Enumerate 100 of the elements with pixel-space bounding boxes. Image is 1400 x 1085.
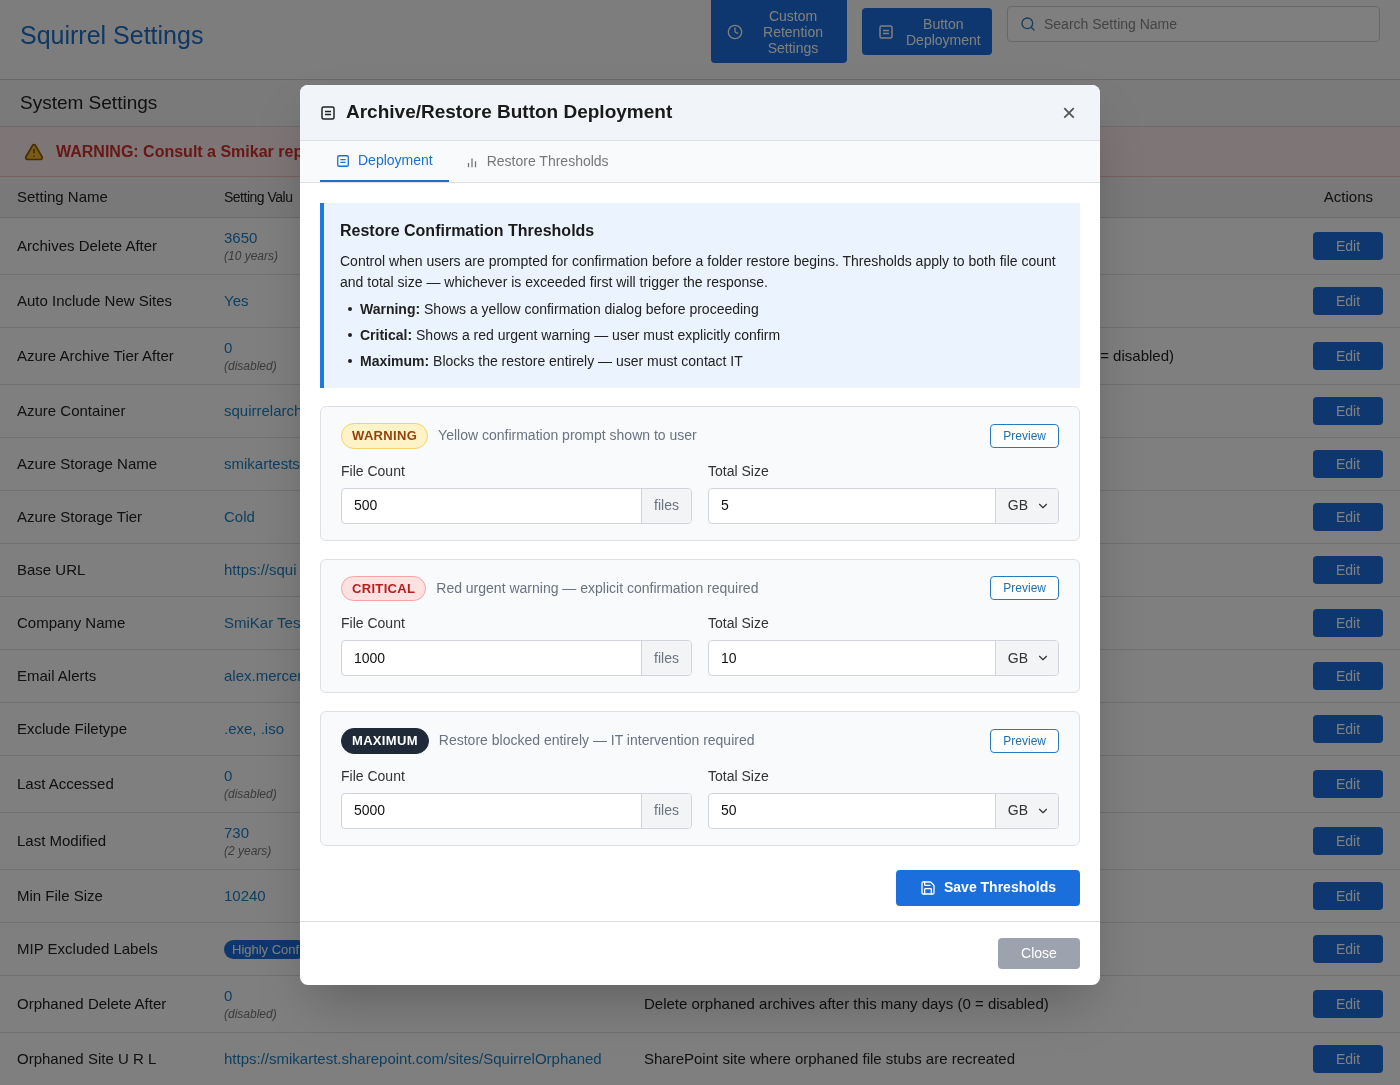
preview-button[interactable]: Preview	[990, 423, 1059, 448]
edit-button[interactable]: Edit	[1313, 715, 1383, 743]
level-badge: CRITICAL	[341, 575, 427, 601]
preview-button[interactable]: Preview	[990, 576, 1059, 601]
setting-name: Last Modified	[16, 830, 108, 851]
setting-name: Email Alerts	[16, 665, 98, 686]
value-note: (disabled)	[224, 358, 277, 374]
setting-value: 0	[224, 986, 233, 1006]
level-badge: WARNING	[341, 423, 429, 449]
setting-value: 0	[224, 338, 233, 358]
edit-button[interactable]: Edit	[1313, 770, 1383, 798]
warning-icon	[24, 141, 44, 162]
header-button[interactable]: Button Deployment	[862, 8, 992, 55]
search-placeholder: Search Setting Name	[1044, 14, 1178, 34]
column-header: Setting Name	[16, 186, 109, 207]
total-size-field[interactable]: 10 GB	[708, 640, 1059, 676]
setting-description: SharePoint site where orphaned file stubs are recreated	[644, 1048, 1016, 1069]
setting-name: Min File Size	[16, 885, 104, 906]
save-button[interactable]: Save Thresholds	[896, 869, 1080, 906]
document-icon	[878, 23, 894, 40]
total-size-field[interactable]: 5 GB	[708, 487, 1059, 524]
field-label: Total Size	[708, 614, 770, 633]
edit-button[interactable]: Edit	[1313, 232, 1383, 260]
section-title: System Settings	[20, 90, 158, 115]
setting-value: 3650	[224, 228, 258, 248]
field-label: Total Size	[708, 461, 770, 481]
setting-description: Delete orphaned archives after this many days (0 = disabled)	[644, 993, 1049, 1014]
setting-description: = disabled)	[1100, 345, 1174, 366]
column-header: Actions	[1323, 186, 1373, 207]
field-value: 50	[720, 801, 738, 820]
setting-value: 0	[224, 766, 233, 786]
file-count-field[interactable]: 500 files	[341, 487, 692, 524]
total-size-field[interactable]: 50 GB	[708, 792, 1059, 829]
search-field[interactable]: Search Setting Name	[1007, 6, 1380, 42]
setting-value: squirrelarch	[224, 401, 303, 421]
setting-name: Base URL	[16, 559, 87, 580]
info-title: Restore Confirmation Thresholds	[340, 221, 596, 241]
search-icon	[1020, 16, 1036, 32]
setting-value: alex.mercer	[224, 666, 303, 686]
setting-value: SmiKar Tes	[224, 613, 301, 633]
field-value: 5000	[353, 801, 387, 820]
dialog-tab[interactable]: Restore Thresholds	[448, 141, 625, 182]
info-bullet: Warning: Shows a yellow confirmation dialog before proceeding	[360, 300, 759, 319]
setting-value: Cold	[224, 507, 255, 527]
setting-value: https://squi	[224, 560, 297, 580]
edit-button[interactable]: Edit	[1313, 287, 1383, 315]
edit-button[interactable]: Edit	[1313, 609, 1383, 637]
value-note: (disabled)	[224, 786, 277, 802]
edit-button[interactable]: Edit	[1313, 397, 1383, 425]
setting-name: Last Accessed	[16, 773, 115, 794]
setting-name: Azure Container	[16, 400, 127, 421]
info-text: Control when users are prompted for confirmation before a folder restore begins. Thresholds apply to both file count and total size — whichever is exceeded first will trigger the response.	[340, 252, 1057, 292]
edit-button[interactable]: Edit	[1313, 503, 1383, 531]
setting-name: Azure Archive Tier After	[16, 345, 175, 366]
value-note: (2 years)	[224, 843, 272, 859]
bullet-icon	[348, 359, 352, 363]
edit-button[interactable]: Edit	[1313, 935, 1383, 963]
edit-button[interactable]: Edit	[1313, 827, 1383, 855]
close-dialog-button[interactable]: Close	[998, 938, 1080, 969]
field-value: 500	[353, 496, 379, 515]
close-button[interactable]: ×	[1062, 100, 1076, 125]
value-note: (10 years)	[224, 248, 279, 264]
unit-dropdown[interactable]: GB	[994, 793, 1058, 828]
setting-value: 10240	[224, 886, 266, 906]
bullet-icon	[348, 307, 352, 311]
unit-label: files	[641, 488, 691, 523]
setting-value: Yes	[224, 291, 249, 311]
threshold-description: Restore blocked entirely — IT intervention required	[438, 731, 755, 751]
app-title: Squirrel Settings	[20, 20, 204, 51]
edit-button[interactable]: Edit	[1313, 662, 1383, 690]
preview-button[interactable]: Preview	[990, 728, 1059, 753]
threshold-description: Red urgent warning — explicit confirmation required	[436, 578, 759, 598]
edit-button[interactable]: Edit	[1313, 556, 1383, 584]
unit-dropdown[interactable]: GB	[994, 641, 1058, 675]
save-icon	[919, 879, 936, 896]
value-note: (disabled)	[224, 1006, 277, 1022]
clock-icon	[727, 23, 743, 40]
setting-name: MIP Excluded Labels	[16, 938, 159, 959]
bullet-icon	[348, 333, 352, 337]
field-value: 5	[720, 496, 730, 515]
setting-value: 730	[224, 823, 250, 843]
file-count-field[interactable]: 1000 files	[341, 640, 692, 676]
field-value: 1000	[353, 648, 387, 668]
unit-dropdown[interactable]: GB	[994, 488, 1058, 523]
edit-button[interactable]: Edit	[1313, 990, 1383, 1018]
info-bullet: Maximum: Blocks the restore entirely — user must contact IT	[360, 352, 743, 371]
edit-button[interactable]: Edit	[1313, 342, 1383, 370]
unit-label: files	[641, 641, 691, 675]
edit-button[interactable]: Edit	[1313, 1045, 1383, 1073]
info-bullet: Critical: Shows a red urgent warning — user must explicitly confirm	[360, 326, 781, 345]
setting-value: smikartests	[224, 454, 300, 474]
field-value: 10	[720, 648, 738, 668]
edit-button[interactable]: Edit	[1313, 450, 1383, 478]
field-label: File Count	[341, 614, 406, 633]
dialog-tab[interactable]: Deployment	[320, 141, 449, 182]
file-count-field[interactable]: 5000 files	[341, 792, 692, 829]
header-button[interactable]: Custom Retention Settings	[711, 0, 847, 63]
edit-button[interactable]: Edit	[1313, 882, 1383, 910]
column-header: Setting Valu	[224, 188, 293, 205]
setting-name: Orphaned Site U R L	[16, 1048, 158, 1069]
